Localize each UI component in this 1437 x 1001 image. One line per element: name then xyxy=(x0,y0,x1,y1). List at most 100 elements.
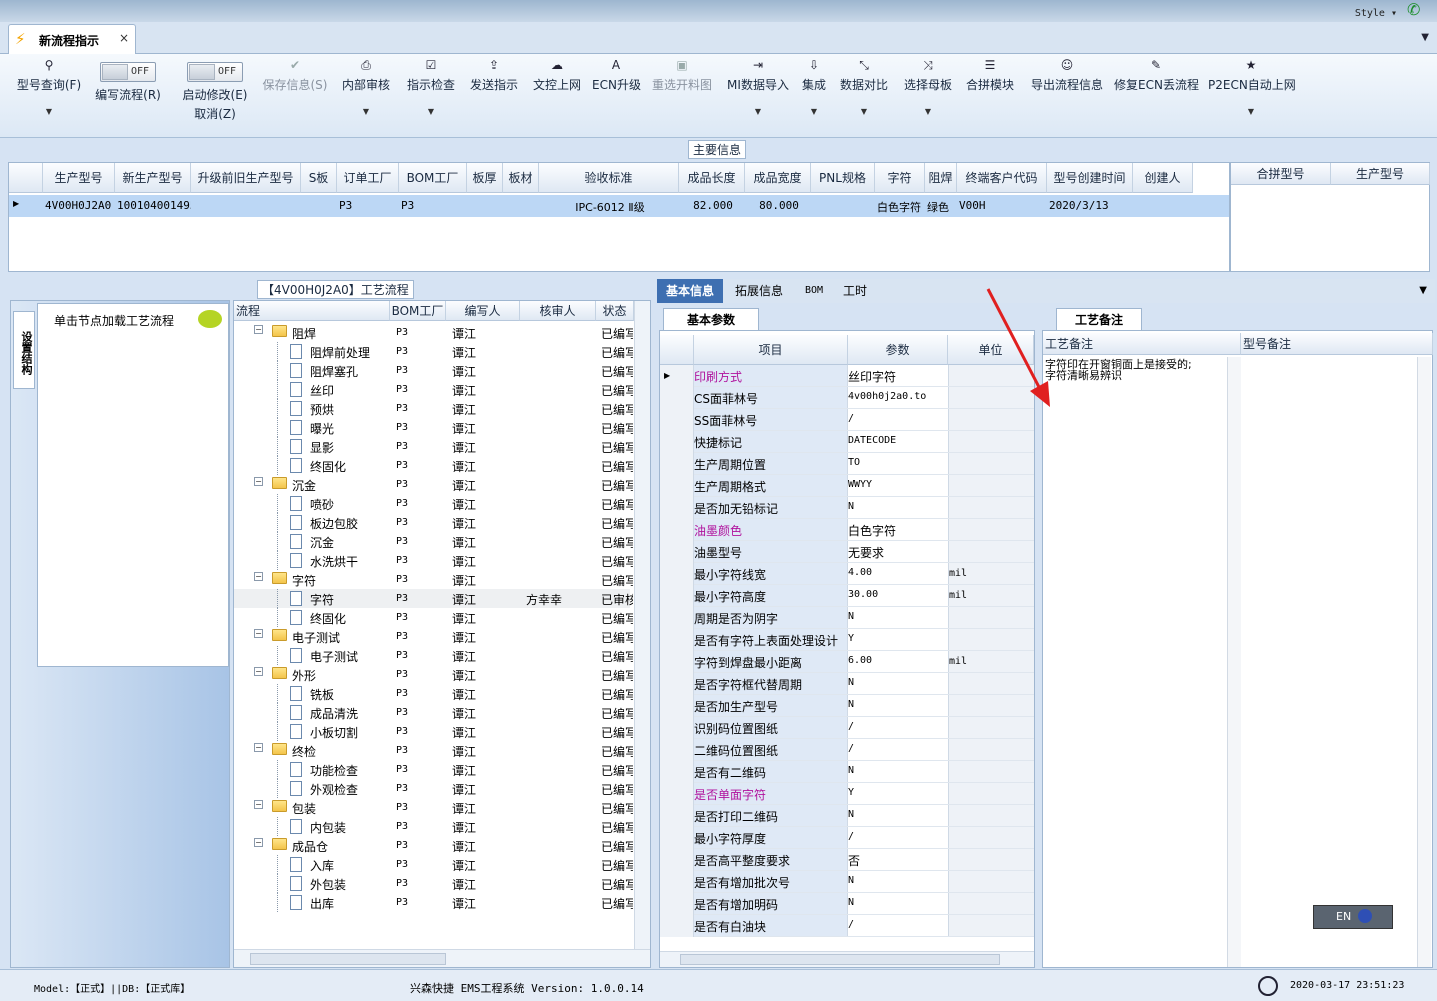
dropdown-arrow-icon[interactable]: ▼ xyxy=(838,107,890,116)
tree-row[interactable]: 板边包胶P3谭江已编写 xyxy=(234,513,633,532)
param-row[interactable]: 快捷标记 DATECODE xyxy=(660,431,1034,453)
ribbon-button-1[interactable]: OFF 编写流程(R) xyxy=(92,58,164,128)
tree-row[interactable]: 终固化P3谭江已编写 xyxy=(234,608,633,627)
main-col-header[interactable]: 生产型号 xyxy=(43,163,115,193)
param-row[interactable]: 是否有增加明码 N xyxy=(660,893,1034,915)
tree-row[interactable]: 沉金P3谭江已编写 xyxy=(234,532,633,551)
main-col-header[interactable]: 阻焊 xyxy=(925,163,957,193)
dropdown-arrow-icon[interactable]: ▼ xyxy=(902,107,954,116)
main-col-header[interactable]: BOM工厂 xyxy=(399,163,467,193)
param-row[interactable]: 字符到焊盘最小距离 6.00 mil xyxy=(660,651,1034,673)
flow-col-header[interactable]: 流程 xyxy=(234,301,390,321)
main-col-header[interactable]: PNL规格 xyxy=(811,163,875,193)
tree-row[interactable]: −外形P3谭江已编写 xyxy=(234,665,633,684)
param-row[interactable]: 最小字符线宽 4.00 mil xyxy=(660,563,1034,585)
tree-row[interactable]: 水洗烘干P3谭江已编写 xyxy=(234,551,633,570)
ribbon-button-16[interactable]: ✎ 修复ECN丢流程 xyxy=(1114,58,1199,128)
tree-row[interactable]: 入库P3谭江已编写 xyxy=(234,855,633,874)
remark-scroll[interactable] xyxy=(1227,357,1241,967)
tree-row[interactable]: 显影P3谭江已编写 xyxy=(234,437,633,456)
param-row[interactable]: SS面菲林号 / xyxy=(660,409,1034,431)
main-col-header[interactable]: 板材 xyxy=(503,163,539,193)
collapse-icon[interactable]: − xyxy=(254,743,263,752)
params-hscroll[interactable] xyxy=(660,951,1034,967)
flow-hscroll-thumb[interactable] xyxy=(250,953,446,965)
param-row[interactable]: 是否加无铅标记 N xyxy=(660,497,1034,519)
flow-col-header[interactable]: 编写人 xyxy=(446,301,520,321)
flow-col-header[interactable]: 核审人 xyxy=(520,301,596,321)
tree-row[interactable]: −电子测试P3谭江已编写 xyxy=(234,627,633,646)
tree-row[interactable]: 铣板P3谭江已编写 xyxy=(234,684,633,703)
tab-process-remark[interactable]: 工艺备注 xyxy=(1056,308,1142,330)
collapse-icon[interactable]: − xyxy=(254,629,263,638)
tree-row[interactable]: −阻焊P3谭江已编写 xyxy=(234,323,633,342)
param-row[interactable]: CS面菲林号 4v00h0j2a0.to xyxy=(660,387,1034,409)
param-row[interactable]: 是否有白油块 / xyxy=(660,915,1034,937)
ribbon-button-11[interactable]: ⇩ 集成 ▼ xyxy=(798,58,830,128)
collapse-icon[interactable]: − xyxy=(254,838,263,847)
param-row[interactable]: 识别码位置图纸 / xyxy=(660,717,1034,739)
collapse-icon[interactable]: − xyxy=(254,572,263,581)
detail-tab[interactable]: 基本信息 xyxy=(657,279,723,303)
ribbon-button-6[interactable]: ⇪ 发送指示 xyxy=(468,58,520,128)
main-col-header[interactable]: 创建人 xyxy=(1133,163,1193,193)
help-icon[interactable] xyxy=(1358,909,1372,923)
model-remark-scroll[interactable] xyxy=(1417,357,1431,967)
style-menu[interactable]: Style ▾ xyxy=(1355,8,1397,19)
tree-row[interactable]: −终检P3谭江已编写 xyxy=(234,741,633,760)
dropdown-arrow-icon[interactable]: ▼ xyxy=(340,107,392,116)
tree-row[interactable]: 外包装P3谭江已编写 xyxy=(234,874,633,893)
ribbon-button-17[interactable]: ★ P2ECN自动上网 ▼ xyxy=(1208,58,1296,128)
ribbon-button-9[interactable]: ▣ 重选开料图 xyxy=(650,58,714,128)
param-row[interactable]: 是否单面字符 Y xyxy=(660,783,1034,805)
collapse-icon[interactable]: − xyxy=(254,800,263,809)
param-row[interactable]: 是否加生产型号 N xyxy=(660,695,1034,717)
main-col-header[interactable]: 成品长度 xyxy=(679,163,745,193)
dropdown-arrow-icon[interactable]: ▼ xyxy=(14,107,84,116)
tree-row[interactable]: 成品清洗P3谭江已编写 xyxy=(234,703,633,722)
dropdown-arrow-icon[interactable]: ▼ xyxy=(1208,107,1294,116)
tree-row[interactable]: 丝印P3谭江已编写 xyxy=(234,380,633,399)
flow-hscroll[interactable] xyxy=(234,949,650,967)
param-row[interactable]: 最小字符厚度 / xyxy=(660,827,1034,849)
tree-row[interactable]: 终固化P3谭江已编写 xyxy=(234,456,633,475)
tab-new-flow[interactable]: ⚡ 新流程指示 × xyxy=(8,24,136,54)
col-merge-model[interactable]: 合拼型号 xyxy=(1231,163,1331,185)
param-row[interactable]: 是否字符框代替周期 N xyxy=(660,673,1034,695)
tree-row[interactable]: 出库P3谭江已编写 xyxy=(234,893,633,912)
ribbon-button-2[interactable]: OFF 启动修改(E) 取消(Z) xyxy=(176,58,254,128)
ribbon-button-13[interactable]: ⤨ 选择母板 ▼ xyxy=(902,58,954,128)
flow-col-header[interactable]: BOM工厂 xyxy=(390,301,446,321)
main-col-header[interactable]: 字符 xyxy=(875,163,925,193)
param-row[interactable]: 最小字符高度 30.00 mil xyxy=(660,585,1034,607)
tree-row[interactable]: 阻焊前处理P3谭江已编写 xyxy=(234,342,633,361)
tab-list-dropdown-icon[interactable]: ▼ xyxy=(1421,32,1429,43)
ribbon-button-15[interactable]: ☺ 导出流程信息 xyxy=(1026,58,1108,128)
main-col-header[interactable]: 成品宽度 xyxy=(745,163,811,193)
detail-tab[interactable]: 工时 xyxy=(837,279,873,303)
param-row[interactable]: ▶ 印刷方式 丝印字符 xyxy=(660,365,1034,387)
flow-vscroll[interactable] xyxy=(634,301,650,949)
main-col-header[interactable]: 板厚 xyxy=(467,163,503,193)
tree-row[interactable]: −字符P3谭江已编写 xyxy=(234,570,633,589)
tree-row[interactable]: 功能检查P3谭江已编写 xyxy=(234,760,633,779)
param-row[interactable]: 是否打印二维码 N xyxy=(660,805,1034,827)
ribbon-button-4[interactable]: ⎙ 内部审核 ▼ xyxy=(340,58,392,128)
tree-row[interactable]: 小板切割P3谭江已编写 xyxy=(234,722,633,741)
detail-tabs-dropdown-icon[interactable]: ▼ xyxy=(1419,285,1427,296)
ribbon-button-12[interactable]: ⤡ 数据对比 ▼ xyxy=(838,58,890,128)
param-row[interactable]: 二维码位置图纸 / xyxy=(660,739,1034,761)
tree-row[interactable]: −包装P3谭江已编写 xyxy=(234,798,633,817)
param-row[interactable]: 是否有增加批次号 N xyxy=(660,871,1034,893)
toggle-switch[interactable]: OFF xyxy=(187,62,243,82)
cancel-label[interactable]: 取消(Z) xyxy=(176,105,254,122)
collapse-icon[interactable]: − xyxy=(254,477,263,486)
tree-row[interactable]: 曝光P3谭江已编写 xyxy=(234,418,633,437)
vtab-structure[interactable]: 设置结构 xyxy=(13,311,35,389)
ribbon-button-3[interactable]: ✔ 保存信息(S) xyxy=(258,58,332,128)
ribbon-button-10[interactable]: ⇥ MI数据导入 ▼ xyxy=(724,58,792,128)
close-icon[interactable]: × xyxy=(119,31,129,45)
ribbon-button-8[interactable]: A ECN升级 xyxy=(592,58,641,128)
param-row[interactable]: 油墨颜色 白色字符 xyxy=(660,519,1034,541)
params-hscroll-thumb[interactable] xyxy=(680,954,1000,965)
